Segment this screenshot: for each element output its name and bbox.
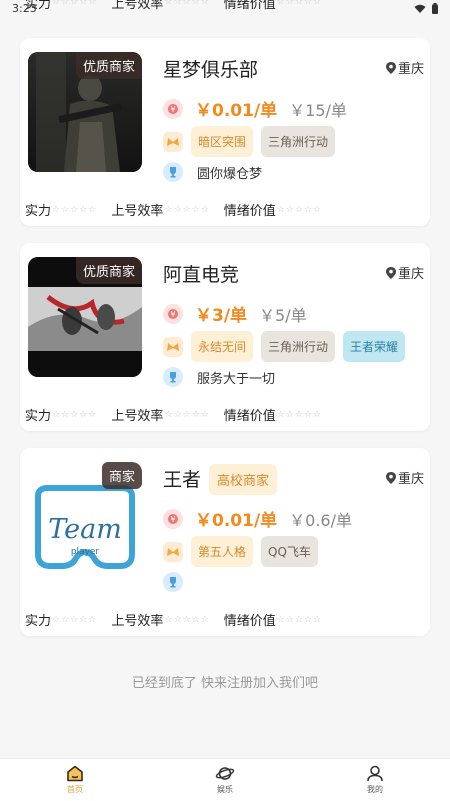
price-icon: ¥ (163, 98, 183, 119)
shop-name: 星梦俱乐部 (163, 59, 259, 81)
game-tag[interactable]: 暗区突围 (191, 126, 254, 157)
price: ￥0.01/单 (195, 511, 278, 531)
tab-label: 首页 (67, 785, 83, 794)
status-icons (414, 3, 438, 14)
slogan-row: 圆你爆仓梦 (163, 162, 262, 182)
old-price: ￥0.6/单 (289, 510, 352, 530)
price: ￥3/单 (195, 306, 248, 326)
rating-stars: ☆☆☆☆☆ (52, 409, 98, 420)
rating-stars: ☆☆☆☆☆ (164, 409, 210, 420)
trophy-icon (163, 162, 183, 182)
home-icon (67, 765, 83, 782)
location-text: 重庆 (397, 62, 424, 77)
shop-card[interactable]: Team player 商家 王者 高校商家 重庆 ¥ ￥0.01/单 ￥0.6… (20, 448, 430, 636)
game-controller-icon (163, 336, 183, 357)
tab-label: 娱乐 (217, 785, 233, 794)
price-icon: ¥ (163, 508, 183, 529)
rating-stars: ☆☆☆☆☆ (276, 409, 323, 420)
shop-card[interactable]: 优质商家 阿直电竞 重庆 ¥ ￥3/单 ￥5/单 永结无间 三角洲行动 王者荣耀 (20, 243, 430, 431)
rating-stars: ☆☆☆☆☆ (52, 204, 98, 215)
rating-stars: ☆☆☆☆☆ (276, 614, 323, 625)
price-row: ¥ ￥3/单 ￥5/单 (163, 301, 307, 326)
old-price: ￥5/单 (259, 305, 307, 325)
ratings: 实力 ☆☆☆☆☆ 上号效率 ☆☆☆☆☆ 情绪价值 ☆☆☆☆☆ (25, 200, 336, 219)
slogan: 圆你爆仓梦 (197, 166, 263, 182)
location-text: 重庆 (397, 472, 424, 487)
game-tag[interactable]: 三角洲行动 (261, 331, 336, 362)
shop-badge: 优质商家 (75, 52, 142, 79)
slogan-row (163, 572, 197, 592)
rating-label-efficiency: 上号效率 (111, 409, 164, 424)
ratings: 实力 ☆☆☆☆☆ 上号效率 ☆☆☆☆☆ 情绪价值 ☆☆☆☆☆ (25, 610, 336, 629)
tab-home[interactable]: 首页 (0, 759, 150, 801)
rating-label-emotion: 情绪价值 (223, 204, 276, 219)
logo-subtext: player (71, 547, 100, 557)
logo-text: Team (48, 514, 122, 545)
status-bar: 3:23 (0, 0, 450, 20)
rating-label-emotion: 情绪价值 (223, 409, 276, 424)
rating-label-strength: 实力 (25, 409, 52, 424)
svg-text:¥: ¥ (170, 310, 175, 319)
planet-icon (215, 767, 235, 780)
ratings: 实力 ☆☆☆☆☆ 上号效率 ☆☆☆☆☆ 情绪价值 ☆☆☆☆☆ (25, 405, 336, 424)
svg-text:¥: ¥ (170, 515, 175, 524)
tab-label: 我的 (367, 785, 383, 794)
location-text: 重庆 (397, 267, 424, 282)
campus-shop-tag: 高校商家 (209, 464, 278, 495)
game-tags: 第五人格 QQ飞车 (163, 536, 318, 567)
trophy-icon (163, 367, 183, 387)
rating-stars: ☆☆☆☆☆ (164, 204, 210, 215)
end-of-list-text: 已经到底了 快来注册加入我们吧 (131, 676, 319, 691)
rating-label-efficiency: 上号效率 (111, 614, 164, 629)
tab-entertainment[interactable]: 娱乐 (150, 759, 300, 801)
price: ￥0.01/单 (195, 101, 278, 121)
price-icon: ¥ (163, 303, 183, 324)
rating-stars: ☆☆☆☆☆ (164, 614, 210, 625)
shop-badge: 优质商家 (75, 257, 142, 284)
location: 重庆 (385, 58, 424, 77)
tab-profile[interactable]: 我的 (300, 759, 450, 801)
battery-icon (432, 3, 438, 14)
user-icon (367, 765, 383, 782)
rating-stars: ☆☆☆☆☆ (52, 614, 98, 625)
rating-stars: ☆☆☆☆☆ (276, 204, 323, 215)
rating-label-emotion: 情绪价值 (223, 614, 276, 629)
shop-thumbnail: Team player 商家 (28, 462, 142, 582)
shop-badge: 商家 (101, 462, 142, 489)
game-tag[interactable]: 第五人格 (191, 536, 254, 567)
bottom-tab-bar: 首页 娱乐 我的 (0, 758, 450, 801)
shop-name: 阿直电竞 (163, 264, 240, 286)
rating-label-efficiency: 上号效率 (111, 204, 164, 219)
game-tags: 永结无间 三角洲行动 王者荣耀 (163, 331, 406, 362)
price-row: ¥ ￥0.01/单 ￥15/单 (163, 96, 347, 121)
rating-label-strength: 实力 (25, 614, 52, 629)
location-pin-icon (385, 266, 396, 279)
location-pin-icon (385, 61, 396, 74)
slogan: 服务大于一切 (197, 371, 276, 387)
game-tags: 暗区突围 三角洲行动 (163, 126, 336, 157)
wifi-icon (414, 4, 426, 13)
location: 重庆 (385, 263, 424, 282)
trophy-icon (163, 572, 183, 592)
game-controller-icon (163, 131, 183, 152)
shop-name: 王者 (163, 469, 202, 491)
game-controller-icon (163, 541, 183, 562)
slogan-row: 服务大于一切 (163, 367, 275, 387)
location-pin-icon (385, 471, 396, 484)
old-price: ￥15/单 (289, 100, 347, 120)
svg-text:¥: ¥ (170, 105, 175, 114)
page: 实力 ☆☆☆☆☆ 上号效率 ☆☆☆☆☆ 情绪价值 ☆☆☆☆☆ 3:23 优质商家 (0, 0, 450, 801)
game-tag[interactable]: 三角洲行动 (261, 126, 336, 157)
location: 重庆 (385, 468, 424, 487)
price-row: ¥ ￥0.01/单 ￥0.6/单 (163, 506, 352, 531)
shop-thumbnail: 优质商家 (28, 52, 142, 172)
game-tag[interactable]: 永结无间 (191, 331, 254, 362)
shop-card[interactable]: 优质商家 星梦俱乐部 重庆 ¥ ￥0.01/单 ￥15/单 暗区突围 三角洲行动… (20, 38, 430, 226)
game-tag[interactable]: QQ飞车 (261, 536, 318, 567)
status-time: 3:23 (12, 2, 37, 15)
rating-label-strength: 实力 (25, 204, 52, 219)
shop-thumbnail: 优质商家 (28, 257, 142, 377)
game-tag[interactable]: 王者荣耀 (343, 331, 406, 362)
